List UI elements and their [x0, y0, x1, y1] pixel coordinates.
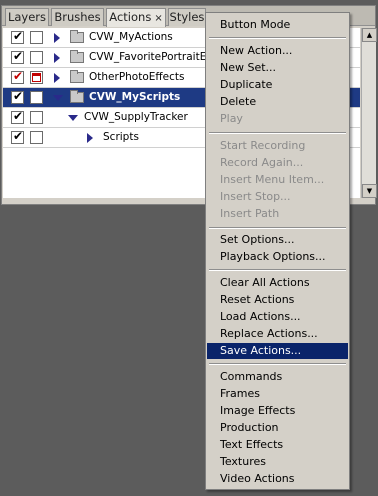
menu-item-insert-path[interactable]: Insert Path [207, 206, 348, 222]
folder-icon [70, 50, 84, 63]
tab-actions[interactable]: Actions × [106, 8, 166, 27]
menu-item-text-effects[interactable]: Text Effects [207, 437, 348, 453]
menu-item-production[interactable]: Production [207, 420, 348, 436]
menu-item-record-again[interactable]: Record Again... [207, 155, 348, 171]
menu-item-play[interactable]: Play [207, 111, 348, 127]
scroll-down-button[interactable]: ▼ [362, 184, 377, 198]
action-label: CVW_SupplyTracker [84, 111, 188, 123]
action-set-label: CVW_MyActions [89, 31, 173, 43]
menu-item-start-recording[interactable]: Start Recording [207, 138, 348, 154]
menu-item-load-actions[interactable]: Load Actions... [207, 309, 348, 325]
action-set-label: OtherPhotoEffects [89, 71, 185, 83]
menu-item-save-actions[interactable]: Save Actions... [207, 343, 348, 359]
checkmark-icon: ✔ [13, 69, 24, 83]
folder-icon [70, 30, 84, 43]
menu-item-playback-options[interactable]: Playback Options... [207, 249, 348, 265]
menu-item-insert-menu-item[interactable]: Insert Menu Item... [207, 172, 348, 188]
menu-item-insert-stop[interactable]: Insert Stop... [207, 189, 348, 205]
dialog-icon [32, 73, 41, 82]
menu-item-commands[interactable]: Commands [207, 369, 348, 385]
folder-icon [70, 90, 84, 103]
collapse-triangle-icon[interactable] [53, 95, 63, 101]
menu-separator [209, 269, 346, 271]
toggle-item-checkbox[interactable]: ✔ [11, 29, 24, 44]
menu-separator [209, 227, 346, 229]
menu-item-new-set[interactable]: New Set... [207, 60, 348, 76]
menu-item-replace-actions[interactable]: Replace Actions... [207, 326, 348, 342]
action-set-label: CVW_MyScripts [89, 91, 181, 103]
vertical-scrollbar[interactable]: ▲ ▼ [361, 28, 377, 198]
toggle-item-checkbox[interactable]: ✔ [11, 69, 24, 84]
menu-separator [209, 363, 346, 365]
menu-item-duplicate[interactable]: Duplicate [207, 77, 348, 93]
menu-item-new-action[interactable]: New Action... [207, 43, 348, 59]
tab-brushes[interactable]: Brushes [51, 8, 104, 26]
toggle-dialog-checkbox[interactable] [30, 31, 43, 44]
toggle-dialog-checkbox[interactable] [30, 131, 43, 144]
tab-layers[interactable]: Layers [5, 8, 49, 26]
menu-separator [209, 37, 346, 39]
expand-triangle-icon[interactable] [87, 133, 93, 143]
checkmark-icon: ✔ [13, 49, 24, 63]
folder-icon [70, 70, 84, 83]
menu-item-clear-all-actions[interactable]: Clear All Actions [207, 275, 348, 291]
action-step-label: Scripts [103, 131, 139, 143]
tab-styles[interactable]: Styles [168, 8, 206, 26]
checkmark-icon: ✔ [13, 29, 24, 43]
menu-item-reset-actions[interactable]: Reset Actions [207, 292, 348, 308]
menu-item-delete[interactable]: Delete [207, 94, 348, 110]
collapse-triangle-icon[interactable] [68, 115, 78, 121]
menu-item-set-options[interactable]: Set Options... [207, 232, 348, 248]
checkmark-icon: ✔ [13, 109, 24, 123]
toggle-dialog-checkbox[interactable] [30, 111, 43, 124]
action-set-label: CVW_FavoritePortraitEdit [89, 51, 221, 63]
menu-item-button-mode[interactable]: Button Mode [207, 17, 348, 33]
menu-item-frames[interactable]: Frames [207, 386, 348, 402]
toggle-dialog-checkbox[interactable] [30, 91, 43, 104]
checkmark-icon: ✔ [13, 89, 24, 103]
expand-triangle-icon[interactable] [54, 33, 60, 43]
toggle-dialog-checkbox[interactable] [30, 71, 43, 84]
menu-item-textures[interactable]: Textures [207, 454, 348, 470]
expand-triangle-icon[interactable] [54, 73, 60, 83]
expand-triangle-icon[interactable] [54, 53, 60, 63]
menu-separator [209, 132, 346, 134]
toggle-item-checkbox[interactable]: ✔ [11, 129, 24, 144]
menu-item-video-actions[interactable]: Video Actions [207, 471, 348, 487]
scroll-up-button[interactable]: ▲ [362, 28, 377, 42]
close-icon[interactable]: × [154, 13, 162, 24]
menu-item-image-effects[interactable]: Image Effects [207, 403, 348, 419]
checkmark-icon: ✔ [13, 129, 24, 143]
toggle-item-checkbox[interactable]: ✔ [11, 109, 24, 124]
toggle-dialog-checkbox[interactable] [30, 51, 43, 64]
toggle-item-checkbox[interactable]: ✔ [11, 49, 24, 64]
actions-panel-menu: Button Mode New Action... New Set... Dup… [205, 12, 350, 490]
toggle-item-checkbox[interactable]: ✔ [11, 89, 24, 104]
